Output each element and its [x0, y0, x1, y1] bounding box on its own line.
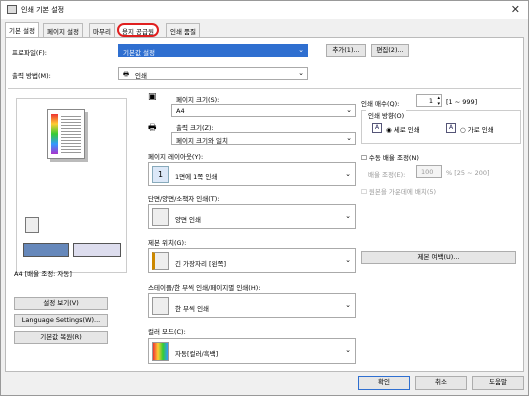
landscape-radio[interactable]: ○ 가로 인쇄 [460, 124, 494, 134]
manual-scale-checkbox[interactable]: ☐ 수동 배율 조정(N) [361, 152, 419, 162]
tab-paper-source[interactable]: 용지 공급원 [117, 23, 159, 37]
color-mode-label: 컬러 모드(C): [148, 328, 186, 336]
preview-caption: A4 [배율 조정: 자동] [14, 270, 72, 278]
output-size-label: 출력 크기(Z): [176, 124, 214, 132]
manual-scale-label: 수동 배율 조정(N) [368, 154, 419, 162]
binding-select[interactable]: 긴 가장자리 [왼쪽] ⌄ [148, 248, 356, 273]
page-size-label: 페이지 크기(S): [176, 96, 220, 104]
scale-range: % [25 ~ 200] [446, 169, 490, 177]
color-mode-select[interactable]: 자동[컬러/흑백] ⌄ [148, 338, 356, 364]
output-method-value: 인쇄 [135, 72, 147, 80]
title-bar: 인쇄 기본 설정 ✕ [1, 1, 528, 19]
chevron-down-icon: ⌄ [345, 170, 351, 178]
chevron-down-icon: ⌄ [345, 301, 351, 309]
staple-select[interactable]: 한 부씩 인쇄 ⌄ [148, 293, 356, 318]
duplex-label: 단면/양면/소책자 인쇄(T): [148, 195, 220, 203]
chevron-down-icon: ⌄ [346, 134, 352, 142]
output-method-select[interactable]: 🖶 인쇄 ⌄ [118, 67, 308, 80]
help-button[interactable]: 도움말 [472, 376, 524, 390]
ok-button[interactable]: 확인 [358, 376, 410, 390]
copies-label: 인쇄 매수(Q): [361, 100, 400, 108]
chevron-down-icon: ⌄ [298, 46, 304, 54]
profile-value: 기본값 설정 [123, 49, 155, 57]
edit-profile-button[interactable]: 편집(2)... [371, 44, 409, 57]
portrait-radio[interactable]: ◉ 세로 인쇄 [386, 124, 420, 134]
binding-label: 제본 위치(G): [148, 239, 187, 247]
printer-small-icon: 🖶 [123, 70, 130, 78]
tab-page-setup[interactable]: 페이지 설정 [43, 23, 83, 37]
profile-select[interactable]: 기본값 설정 ⌄ [118, 44, 308, 57]
view-settings-button[interactable]: 설정 보기(V) [14, 297, 108, 310]
window-title: 인쇄 기본 설정 [21, 6, 65, 14]
tab-finishing[interactable]: 마무리 [89, 23, 115, 37]
collate-icon [152, 297, 169, 315]
staple-label: 스테이플/한 부씩 인쇄/페이지별 인쇄(H): [148, 284, 261, 292]
scale-value: 100 [421, 168, 434, 176]
add-profile-button[interactable]: 추가(1)... [326, 44, 366, 57]
chevron-down-icon: ⌄ [346, 106, 352, 114]
center-original-label: 원본을 가운데에 배치(5) [368, 188, 437, 196]
chevron-down-icon: ⌄ [345, 212, 351, 220]
portrait-label: 세로 인쇄 [393, 126, 420, 134]
tab-basic-settings[interactable]: 기본 설정 [5, 22, 39, 38]
color-mode-value: 자동[컬러/흑백] [175, 350, 219, 358]
duplex-select[interactable]: 양면 인쇄 ⌄ [148, 204, 356, 229]
chevron-down-icon: ⌄ [298, 69, 304, 77]
copies-range: [1 ~ 999] [446, 98, 478, 106]
duplex-icon [152, 208, 169, 226]
staple-value: 한 부씩 인쇄 [175, 305, 210, 313]
profile-label: 프로파일(F): [12, 49, 47, 57]
layout-value: 1면에 1쪽 인쇄 [175, 173, 218, 181]
layout-number-icon: 1 [152, 166, 169, 183]
landscape-icon: A [446, 123, 456, 133]
output-size-value: 페이지 크기와 일치 [176, 137, 228, 145]
layout-label: 페이지 레이아웃(Y): [148, 153, 204, 161]
close-icon[interactable]: ✕ [511, 3, 520, 16]
preview-text-lines [61, 114, 81, 154]
color-mode-icon [152, 342, 169, 361]
output-method-label: 출력 방법(M): [12, 72, 51, 80]
page-size-icon: ▣ [148, 92, 157, 102]
output-size-icon: 🖶 [148, 123, 157, 133]
settings-view-button[interactable] [73, 243, 121, 257]
page-size-select[interactable]: A4 ⌄ [171, 104, 356, 117]
tab-quality[interactable]: 인쇄 품질 [166, 23, 200, 37]
stepper-icon[interactable]: ▴ ▾ [437, 95, 440, 107]
binding-value: 긴 가장자리 [왼쪽] [175, 260, 227, 268]
copies-input[interactable]: 1 ▴ ▾ [416, 94, 442, 107]
preview-color-bar [51, 114, 58, 154]
output-size-select[interactable]: 페이지 크기와 일치 ⌄ [171, 132, 356, 145]
duplex-value: 양면 인쇄 [175, 216, 201, 224]
binding-margin-button[interactable]: 제본 여백(U)... [361, 251, 516, 264]
copies-value: 1 [428, 97, 433, 105]
printer-icon [7, 5, 17, 14]
chevron-down-icon: ⌄ [345, 256, 351, 264]
preview-page [47, 109, 85, 159]
basic-settings-panel: 프로파일(F): 기본값 설정 ⌄ 추가(1)... 편집(2)... 출력 방… [5, 37, 524, 372]
center-original-checkbox[interactable]: ☐ 원본을 가운데에 배치(5) [361, 186, 436, 196]
scale-input[interactable]: 100 [416, 165, 442, 178]
cancel-button[interactable]: 취소 [415, 376, 467, 390]
portrait-icon: A [372, 123, 382, 133]
divider [8, 88, 521, 89]
landscape-label: 가로 인쇄 [467, 126, 494, 134]
restore-defaults-button[interactable]: 기본값 복원(R) [14, 331, 108, 344]
layout-view-button[interactable] [23, 243, 69, 257]
chevron-down-icon: ⌄ [345, 346, 351, 354]
page-size-value: A4 [176, 107, 185, 115]
binding-icon [152, 252, 169, 270]
page-preview [16, 98, 127, 273]
orientation-label: 인쇄 방향(O) [366, 110, 407, 120]
scale-label: 배율 조정(E): [368, 171, 406, 179]
layout-select[interactable]: 1 1면에 1쪽 인쇄 ⌄ [148, 162, 356, 186]
copies-stack-icon [25, 217, 39, 233]
language-settings-button[interactable]: Language Settings(W)... [14, 314, 108, 327]
print-preferences-window: 인쇄 기본 설정 ✕ 기본 설정 페이지 설정 마무리 용지 공급원 인쇄 품질… [0, 0, 529, 396]
